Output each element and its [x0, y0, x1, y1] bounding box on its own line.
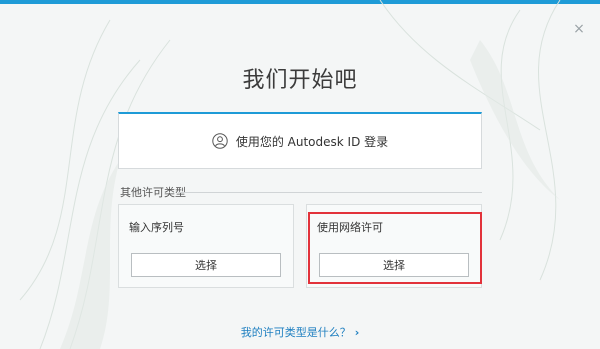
- option-label-network-license: 使用网络许可: [317, 221, 383, 234]
- signin-label: 使用您的 Autodesk ID 登录: [235, 134, 389, 149]
- window-top-accent-bar: [0, 0, 600, 4]
- license-type-help-link[interactable]: 我的许可类型是什么？ ›: [0, 324, 600, 340]
- background-swirl-graphic: [19, 0, 561, 349]
- license-type-help-link-label: 我的许可类型是什么？: [240, 326, 351, 339]
- option-card-network-license: 使用网络许可 选择: [306, 204, 482, 288]
- chevron-right-icon: ›: [354, 326, 360, 339]
- option-card-serial-number: 输入序列号 选择: [118, 204, 294, 288]
- option-label-serial-number: 输入序列号: [129, 221, 184, 234]
- close-button[interactable]: ×: [570, 20, 588, 38]
- signin-autodesk-id-button[interactable]: 使用您的 Autodesk ID 登录: [118, 112, 482, 169]
- close-icon: ×: [573, 21, 585, 37]
- user-icon: [212, 133, 228, 149]
- other-license-section-label: 其他许可类型: [120, 186, 186, 199]
- page-title: 我们开始吧: [242, 68, 358, 93]
- section-divider: [178, 192, 482, 193]
- select-network-license-button[interactable]: 选择: [319, 253, 469, 277]
- select-serial-number-button[interactable]: 选择: [131, 253, 281, 277]
